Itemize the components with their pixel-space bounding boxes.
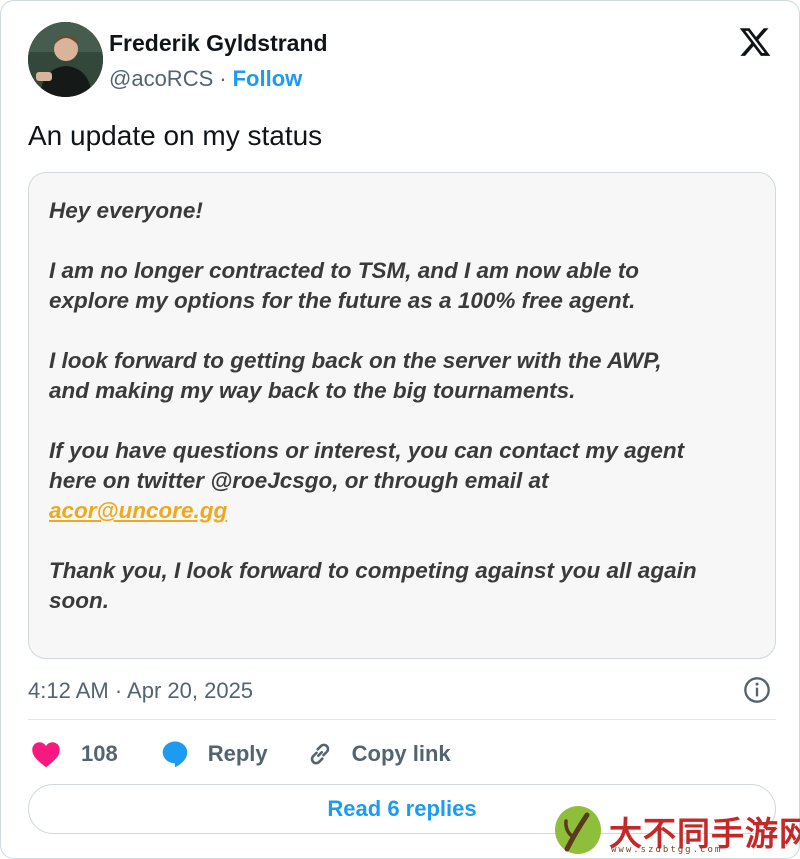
handle-row: @acoRCS · Follow: [109, 65, 328, 93]
image-paragraph-3: If you have questions or interest, you c…: [49, 436, 755, 526]
info-icon[interactable]: [743, 676, 771, 704]
action-bar: 108 Reply Copy link: [31, 736, 451, 772]
avatar-photo: [28, 22, 103, 97]
copy-link-button[interactable]: Copy link: [306, 740, 451, 768]
author-block: Frederik Gyldstrand @acoRCS · Follow: [109, 29, 328, 93]
copy-link-label: Copy link: [351, 741, 451, 766]
image-paragraph-3-text: If you have questions or interest, you c…: [49, 438, 685, 493]
watermark-url: www.szdbtgg.com: [611, 845, 723, 855]
author-name[interactable]: Frederik Gyldstrand: [109, 29, 328, 57]
tweet-text: An update on my status: [28, 120, 323, 151]
link-icon: [310, 743, 329, 765]
reply-button[interactable]: Reply: [160, 739, 268, 769]
heart-icon: [32, 742, 60, 768]
image-paragraph-2: I look forward to getting back on the se…: [49, 348, 662, 403]
like-button[interactable]: 108: [31, 740, 118, 768]
separator-dot: ·: [219, 66, 227, 91]
divider: [28, 719, 776, 720]
email-link: acor@uncore.gg: [49, 498, 228, 523]
avatar[interactable]: [28, 22, 103, 97]
timestamp[interactable]: 4:12 AM · Apr 20, 2025: [28, 677, 253, 705]
like-count: 108: [81, 741, 118, 766]
image-paragraph-1: I am no longer contracted to TSM, and I …: [49, 258, 640, 313]
image-paragraph-4: Thank you, I look forward to competing a…: [49, 558, 697, 613]
reply-bubble-icon: [162, 741, 187, 768]
tweet-embed-card: Frederik Gyldstrand @acoRCS · Follow An …: [0, 0, 800, 859]
attached-image[interactable]: Hey everyone! I am no longer contracted …: [28, 172, 776, 659]
author-handle[interactable]: @acoRCS: [109, 65, 213, 93]
leaf-logo-icon: [555, 806, 601, 854]
reply-label: Reply: [207, 741, 268, 766]
x-logo-icon[interactable]: [737, 25, 773, 59]
image-greeting: Hey everyone!: [49, 198, 203, 223]
watermark: 大不同手游网 www.szdbtgg.com: [553, 801, 800, 859]
follow-button[interactable]: Follow: [233, 65, 303, 93]
